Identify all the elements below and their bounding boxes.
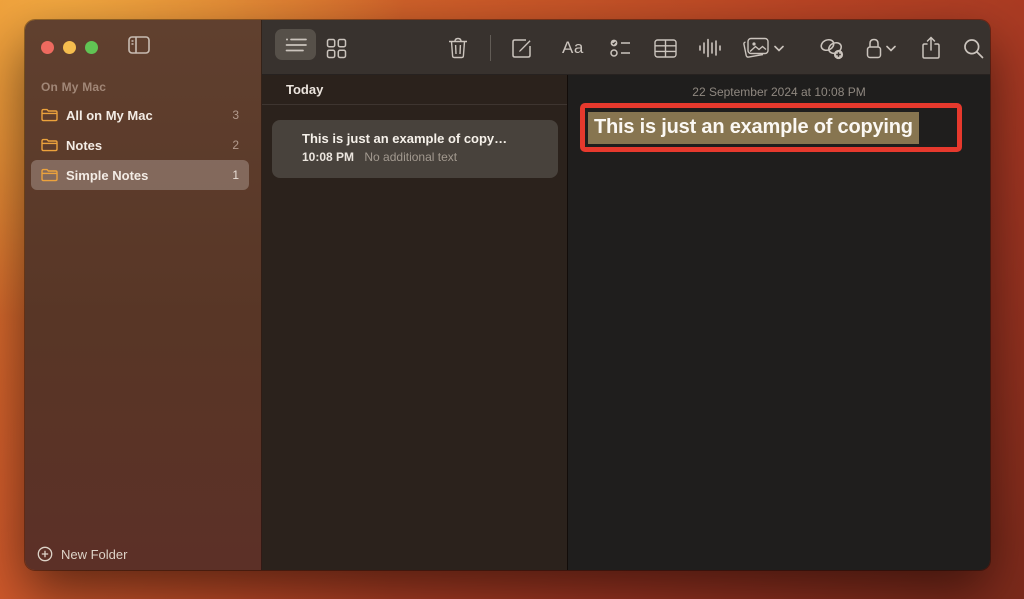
checklist-button[interactable] xyxy=(609,36,633,60)
folder-count: 3 xyxy=(232,108,239,122)
plus-circle-icon xyxy=(37,546,53,562)
note-date-line: 22 September 2024 at 10:08 PM xyxy=(568,85,990,99)
toolbar-separator xyxy=(490,35,491,61)
folder-count: 1 xyxy=(232,168,239,182)
main-area: Aa xyxy=(262,20,990,570)
folder-label: Simple Notes xyxy=(66,168,224,183)
note-title-selected-text[interactable]: This is just an example of copying xyxy=(588,112,919,144)
sidebar-folder-list: All on My Mac 3 Notes 2 xyxy=(31,100,249,190)
folder-label: All on My Mac xyxy=(66,108,224,123)
zoom-window-button[interactable] xyxy=(85,41,98,54)
search-icon xyxy=(963,38,984,59)
sidebar-item-simple-notes[interactable]: Simple Notes 1 xyxy=(31,160,249,190)
note-item-time: 10:08 PM xyxy=(302,150,354,164)
new-folder-button[interactable]: New Folder xyxy=(37,546,127,562)
waveform-icon xyxy=(698,38,722,58)
checklist-icon xyxy=(609,38,633,58)
notes-window: On My Mac All on My Mac 3 xyxy=(25,20,990,570)
media-button[interactable] xyxy=(742,36,784,60)
sidebar-item-all-on-my-mac[interactable]: All on My Mac 3 xyxy=(31,100,249,130)
annotation-highlight-box: This is just an example of copying xyxy=(580,103,962,152)
note-item-title: This is just an example of copy… xyxy=(302,131,546,146)
sidebar-section-header: On My Mac xyxy=(41,80,106,94)
table-button[interactable] xyxy=(654,36,677,60)
folder-icon xyxy=(41,138,58,152)
add-link-icon xyxy=(818,37,845,60)
lock-icon xyxy=(866,38,882,59)
new-note-button[interactable] xyxy=(511,36,533,60)
folder-label: Notes xyxy=(66,138,224,153)
list-view-button[interactable] xyxy=(275,29,316,60)
lock-button[interactable] xyxy=(866,36,896,60)
trash-icon xyxy=(448,37,468,59)
note-list-item[interactable]: This is just an example of copy… 10:08 P… xyxy=(272,120,558,178)
gallery-view-button[interactable] xyxy=(326,36,347,60)
close-window-button[interactable] xyxy=(41,41,54,54)
audio-button[interactable] xyxy=(698,36,722,60)
chevron-down-icon xyxy=(774,45,784,52)
folder-count: 2 xyxy=(232,138,239,152)
toolbar: Aa xyxy=(262,20,990,75)
new-folder-label: New Folder xyxy=(61,547,127,562)
list-view-icon xyxy=(285,37,307,53)
minimize-window-button[interactable] xyxy=(63,41,76,54)
note-item-preview: No additional text xyxy=(364,150,457,164)
folder-icon xyxy=(41,108,58,122)
table-icon xyxy=(654,39,677,58)
traffic-lights xyxy=(41,41,98,54)
note-item-meta: 10:08 PM No additional text xyxy=(302,150,546,164)
compose-icon xyxy=(511,37,533,59)
add-link-button[interactable] xyxy=(818,36,845,60)
chevron-down-icon xyxy=(886,45,896,52)
search-button[interactable] xyxy=(963,36,984,60)
note-editor[interactable]: 22 September 2024 at 10:08 PM This is ju… xyxy=(568,75,990,570)
share-icon xyxy=(921,36,941,60)
sidebar-item-notes[interactable]: Notes 2 xyxy=(31,130,249,160)
format-button[interactable]: Aa xyxy=(562,36,584,60)
note-list-section-header: Today xyxy=(262,75,567,105)
format-icon: Aa xyxy=(562,38,584,58)
folder-icon xyxy=(41,168,58,182)
grid-view-icon xyxy=(326,38,347,59)
delete-note-button[interactable] xyxy=(448,36,468,60)
sidebar-toggle-icon[interactable] xyxy=(128,36,150,54)
media-icon xyxy=(742,37,770,60)
share-button[interactable] xyxy=(921,36,941,60)
sidebar: On My Mac All on My Mac 3 xyxy=(25,20,262,570)
note-list-column: Today This is just an example of copy… 1… xyxy=(262,75,568,570)
